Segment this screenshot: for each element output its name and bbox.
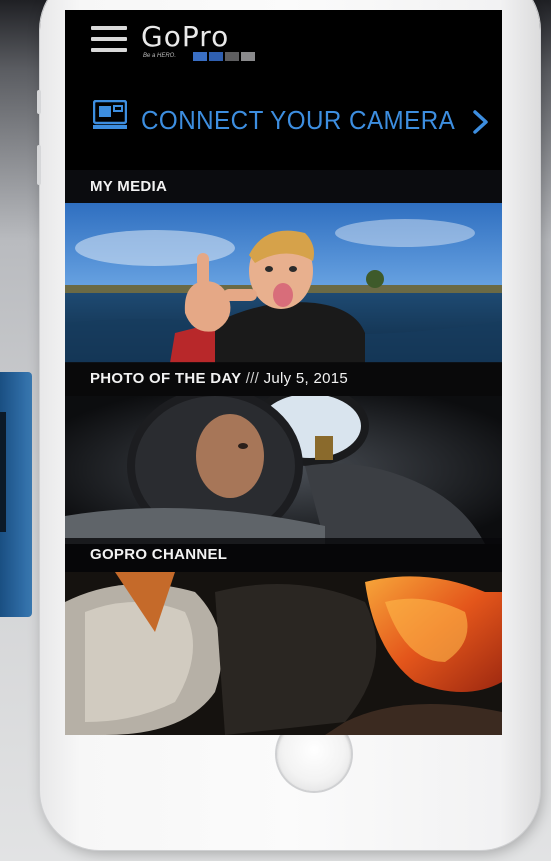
- volume-button: [37, 145, 41, 185]
- section-title: MY MEDIA: [90, 178, 168, 195]
- volcano-photo: [65, 572, 502, 735]
- app-screen: GoPro Be a HERO. CONNECT YOUR CAMERA MY …: [65, 10, 502, 735]
- chevron-right-icon: [473, 110, 488, 134]
- background-blue-object: [0, 372, 32, 617]
- gopro-logo: GoPro Be a HERO.: [141, 20, 271, 66]
- logo-tagline: Be a HERO.: [143, 53, 177, 59]
- section-title: GOPRO CHANNEL: [90, 546, 228, 563]
- section-header-gopro-channel: GOPRO CHANNEL: [65, 538, 502, 572]
- logo-wordmark: GoPro: [141, 20, 230, 53]
- camera-icon: [93, 100, 127, 129]
- astronaut-photo: [65, 396, 502, 544]
- connect-camera-button[interactable]: CONNECT YOUR CAMERA: [65, 88, 502, 158]
- photo-of-the-day-tile[interactable]: [65, 396, 502, 544]
- photo-of-the-day-date: July 5, 2015: [263, 370, 349, 387]
- my-media-tile[interactable]: [65, 203, 502, 363]
- surf-photo: [65, 203, 502, 363]
- logo-color-squares: [193, 52, 255, 61]
- hamburger-menu-icon[interactable]: [91, 26, 127, 52]
- logo-square: [241, 52, 255, 61]
- gopro-channel-tile[interactable]: [65, 572, 502, 735]
- logo-square: [225, 52, 239, 61]
- section-header-photo-of-the-day: PHOTO OF THE DAY /// July 5, 2015: [65, 362, 502, 396]
- logo-square: [209, 52, 223, 61]
- section-title: PHOTO OF THE DAY /// July 5, 2015: [90, 370, 348, 387]
- app-header: GoPro Be a HERO.: [65, 10, 502, 70]
- mute-switch: [37, 90, 41, 114]
- section-header-my-media: MY MEDIA: [65, 170, 502, 204]
- logo-square: [193, 52, 207, 61]
- photo-of-the-day-title: PHOTO OF THE DAY: [90, 370, 242, 387]
- connect-camera-label: CONNECT YOUR CAMERA: [141, 105, 456, 135]
- title-separator: ///: [245, 370, 260, 387]
